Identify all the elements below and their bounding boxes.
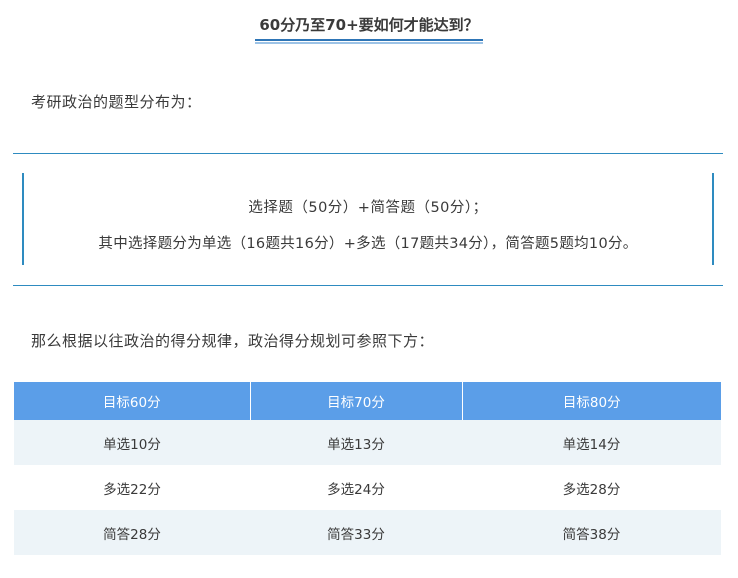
article-title: 60分乃至70+要如何才能达到？ [255,14,483,44]
table-cell: 多选24分 [327,481,385,498]
intro-text: 考研政治的题型分布为： [31,93,202,111]
table-cell: 单选10分 [14,420,250,465]
divider-bottom [13,285,723,286]
quote-line-1: 选择题（50分）+简答题（50分）； [248,200,488,216]
table-cell: 多选28分 [562,481,621,498]
article-title-text: 60分乃至70+要如何才能达到？ [259,16,479,34]
table-row: 单选10分 单选13分 单选14分 [14,420,721,465]
table-cell: 单选14分 [462,420,721,465]
table-cell: 单选13分 [250,420,462,465]
title-wrap: 60分乃至70+要如何才能达到？ [0,14,738,44]
quote-line-2: 其中选择题分为单选（16题共16分）+多选（17题共34分），简答题5题均10分… [98,236,638,252]
table-cell: 简答33分 [250,510,462,555]
table-header-row: 目标60分 目标70分 目标80分 [14,382,721,420]
quote-box: 选择题（50分）+简答题（50分）； 其中选择题分为单选（16题共16分）+多选… [22,173,714,265]
plan-intro-text: 那么根据以往政治的得分规律，政治得分规划可参照下方： [31,332,435,350]
divider-top [13,153,723,154]
table-cell: 多选22分 [103,481,161,498]
table-header-cell: 目标70分 [250,382,463,420]
score-plan-table: 目标60分 目标70分 目标80分 单选10分 单选13分 单选14分 多选22… [14,382,721,555]
table-cell: 简答28分 [14,510,250,555]
table-row: 简答28分 简答33分 简答38分 [14,510,721,555]
title-underline [255,42,483,44]
table-row: 多选22分 多选24分 多选28分 [14,465,721,510]
table-header-cell: 目标80分 [462,382,721,420]
table-header-cell: 目标60分 [14,382,251,420]
table-cell: 简答38分 [462,510,721,555]
